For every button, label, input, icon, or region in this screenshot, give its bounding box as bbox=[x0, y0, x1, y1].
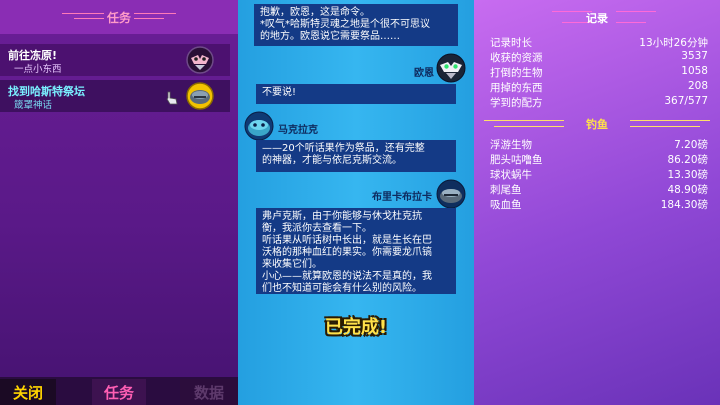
fish-row: 球状蜗牛 13.30磅 bbox=[490, 167, 708, 181]
fish-value: 48.90磅 bbox=[667, 184, 708, 196]
record-value: 3537 bbox=[681, 50, 708, 62]
bulikabulaka-avatar bbox=[436, 179, 466, 209]
dialogue-bubble: 不要说! bbox=[256, 84, 456, 104]
fish-value: 86.20磅 bbox=[667, 154, 708, 166]
dialogue-bubble: 抱歉，欧恩，这是命令。 *叹气*哈斯特灵魂之地是个很不可思议 的地方。欧恩说它需… bbox=[254, 4, 458, 46]
fish-label: 肥头咕噜鱼 bbox=[490, 154, 543, 166]
fish-value: 13.30磅 bbox=[667, 169, 708, 181]
record-value: 13小时26分钟 bbox=[639, 37, 708, 49]
quest-giver-icon bbox=[186, 46, 214, 74]
record-label: 用掉的东西 bbox=[490, 82, 543, 94]
pointer-hand-icon bbox=[166, 91, 178, 105]
quest-header-title: 任务 bbox=[106, 11, 131, 25]
speaker-name: 布里卡布拉卡 bbox=[372, 192, 432, 203]
record-row: 打倒的生物 1058 bbox=[490, 65, 708, 79]
fish-row: 肥头咕噜鱼 86.20磅 bbox=[490, 152, 708, 166]
makelake-avatar bbox=[244, 111, 274, 141]
fish-label: 浮游生物 bbox=[490, 139, 532, 151]
tab-data[interactable]: 数据 bbox=[180, 379, 238, 405]
record-value: 208 bbox=[687, 80, 708, 92]
fish-label: 吸血鱼 bbox=[490, 199, 522, 211]
dialogue-bubble: ——20个听话果作为祭品，还有完整 的神器，才能与依尼克斯交流。 bbox=[256, 140, 456, 172]
record-value: 367/577 bbox=[664, 95, 708, 107]
record-row: 用掉的东西 208 bbox=[490, 80, 708, 94]
quest-subtitle: 一点小东西 bbox=[14, 64, 62, 75]
record-value: 1058 bbox=[681, 65, 708, 77]
fish-label: 刺尾鱼 bbox=[490, 184, 522, 196]
fish-row: 吸血鱼 184.30磅 bbox=[490, 197, 708, 211]
record-label: 收获的资源 bbox=[490, 52, 543, 64]
dialogue-panel: 抱歉，欧恩，这是命令。 *叹气*哈斯特灵魂之地是个很不可思议 的地方。欧恩说它需… bbox=[238, 0, 474, 405]
fish-row: 浮游生物 7.20磅 bbox=[490, 137, 708, 151]
quest-item[interactable]: 找到哈斯特祭坛 箴罩神话 bbox=[0, 80, 230, 112]
record-row: 收获的资源 3537 bbox=[490, 50, 708, 64]
fish-value: 7.20磅 bbox=[674, 139, 708, 151]
record-label: 学到的配方 bbox=[490, 97, 543, 109]
fish-row: 刺尾鱼 48.90磅 bbox=[490, 182, 708, 196]
quest-target-icon bbox=[186, 82, 214, 110]
completed-label: 已完成! bbox=[324, 317, 388, 338]
record-label: 打倒的生物 bbox=[490, 67, 543, 79]
record-label: 记录时长 bbox=[490, 37, 532, 49]
oen-avatar bbox=[436, 53, 466, 83]
quest-item[interactable]: 前往冻原! 一点小东西 bbox=[0, 44, 230, 76]
tab-tasks[interactable]: 任务 bbox=[92, 379, 146, 405]
record-row: 学到的配方 367/577 bbox=[490, 95, 708, 109]
speaker-name: 欧恩 bbox=[414, 68, 434, 79]
fish-value: 184.30磅 bbox=[660, 199, 708, 211]
record-row: 记录时长 13小时26分钟 bbox=[490, 35, 708, 49]
records-panel: 记录 记录时长 13小时26分钟 收获的资源 3537 打倒的生物 1058 用… bbox=[474, 0, 720, 405]
quest-header: 任务 bbox=[0, 0, 238, 34]
dialogue-bubble: 弗卢克斯，由于你能够与休戈杜克抗 衡，我派你去查看一下。 听话果从听话树中长出，… bbox=[256, 208, 456, 294]
quest-subtitle: 箴罩神话 bbox=[14, 100, 53, 111]
fishing-title: 钓鱼 bbox=[586, 118, 608, 131]
speaker-name: 马克拉克 bbox=[278, 125, 318, 136]
records-title: 记录 bbox=[586, 12, 608, 25]
bottom-tab-bar: 关闭 任务 数据 bbox=[0, 377, 238, 405]
close-button[interactable]: 关闭 bbox=[0, 379, 56, 405]
quest-panel: 任务 前往冻原! 一点小东西 找到哈斯特祭坛 箴罩神话 关闭 任务 数据 bbox=[0, 0, 238, 405]
fish-label: 球状蜗牛 bbox=[490, 169, 532, 181]
